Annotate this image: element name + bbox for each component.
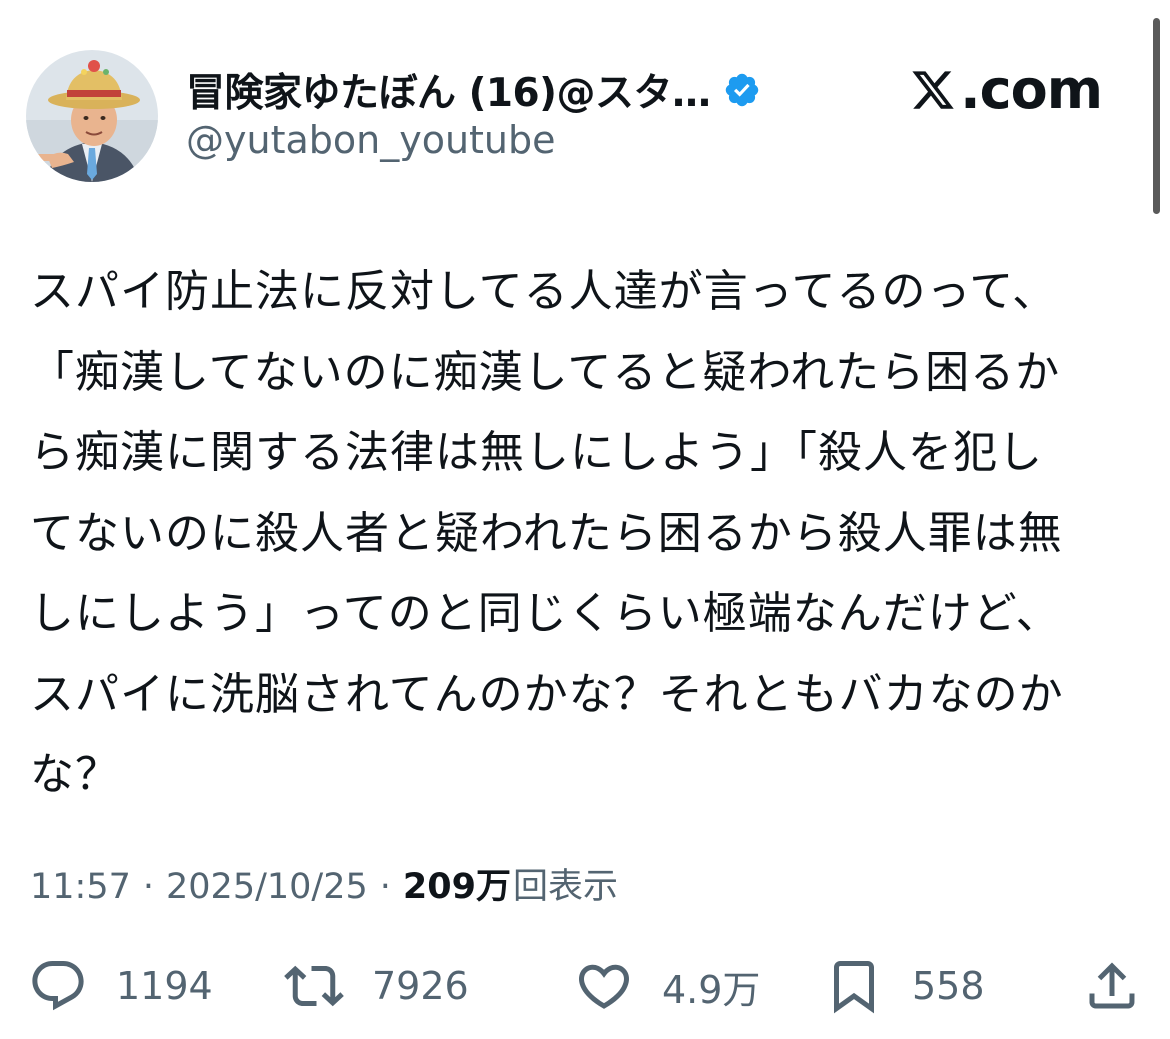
site-label[interactable]: .com [910, 58, 1103, 121]
repost-button[interactable]: 7926 [284, 952, 469, 1020]
tweet-text-line: 「痴漢してないのに痴漢してると疑われたら困るか [30, 346, 1061, 398]
author-display-name[interactable]: 冒険家ゆたぼん (16)@スタ… [186, 62, 711, 118]
x-logo-icon [910, 67, 956, 113]
tweet-text: スパイ防止法に反対してる人達が言ってるのって、 「痴漢してないのに痴漢してると疑… [30, 252, 1140, 816]
verified-badge-icon[interactable] [723, 71, 761, 109]
bookmark-icon [834, 961, 874, 1014]
tweet-text-line: スパイに洗脳されてんのかな？それともバカなのか [30, 668, 1064, 720]
tweet-meta: 11:57 · 2025/10/25 · 209万 回表示 [30, 858, 618, 909]
reply-icon [32, 961, 84, 1011]
bookmark-count: 558 [912, 964, 985, 1008]
tweet-text-line: てないのに殺人者と疑われたら困るから殺人罪は無 [30, 507, 1063, 559]
like-button[interactable]: 4.9万 [574, 952, 760, 1020]
views-label: 回表示 [512, 867, 618, 907]
avatar[interactable] [26, 50, 158, 182]
heart-icon [578, 964, 630, 1009]
site-label-text: .com [960, 58, 1103, 121]
tweet-text-line: しにしよう」ってのと同じくらい極端なんだけど、 [30, 588, 1061, 639]
like-count: 4.9万 [662, 967, 761, 1012]
scrollbar[interactable] [1153, 18, 1160, 214]
meta-separator: · [142, 867, 155, 907]
reply-count: 1194 [116, 964, 213, 1008]
tweet-text-line: な？ [30, 749, 120, 800]
tweet-text-line: スパイ防止法に反対してる人達が言ってるのって、 [30, 266, 1058, 317]
author-name-row: 冒険家ゆたぼん (16)@スタ… [186, 62, 761, 118]
tweet-text-line: ら痴漢に関する法律は無しにしよう」「殺人を犯し [30, 427, 1043, 478]
repost-count: 7926 [372, 964, 469, 1008]
action-bar: 1194 7926 4.9万 558 [26, 952, 1146, 1020]
reply-button[interactable]: 1194 [28, 952, 213, 1020]
author-handle[interactable]: @yutabon_youtube [186, 118, 556, 162]
tweet-time[interactable]: 11:57 [30, 867, 131, 907]
meta-separator: · [379, 867, 391, 907]
tweet-card: 冒険家ゆたぼん (16)@スタ… @yutabon_youtube .com ス… [0, 0, 1170, 1039]
bookmark-button[interactable]: 558 [824, 952, 985, 1020]
share-icon [1089, 962, 1135, 1009]
share-button[interactable] [1082, 952, 1142, 1020]
avatar-image [26, 50, 158, 182]
tweet-date[interactable]: 2025/10/25 [166, 867, 368, 907]
repost-icon [284, 965, 344, 1007]
views-count: 209万 [402, 867, 511, 907]
